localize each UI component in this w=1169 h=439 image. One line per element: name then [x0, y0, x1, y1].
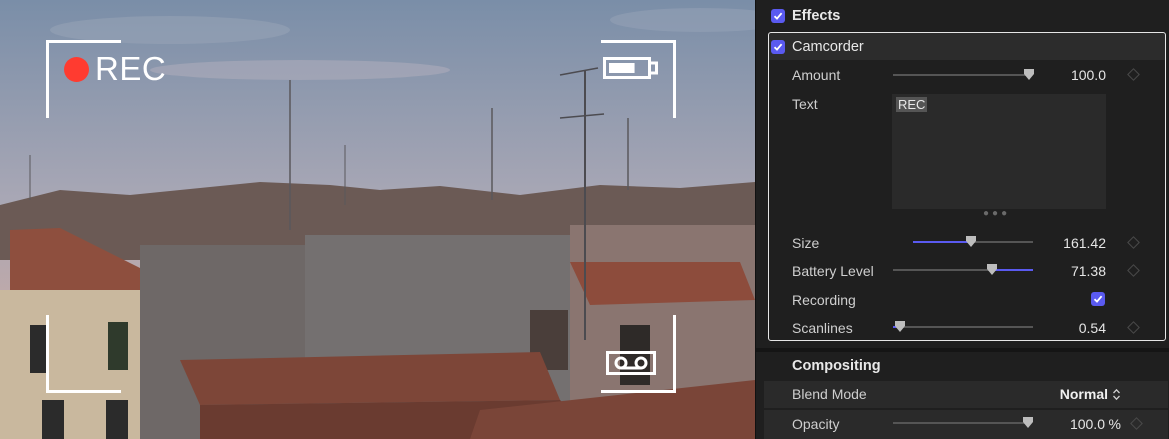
checkmark-icon [1093, 295, 1103, 303]
tape-cassette-icon [606, 351, 656, 375]
size-label: Size [792, 235, 820, 251]
compositing-label: Compositing [792, 358, 881, 374]
record-dot-icon [64, 56, 89, 82]
opacity-value[interactable]: 100.0 [1070, 416, 1105, 432]
opacity-label: Opacity [792, 416, 840, 432]
size-value[interactable]: 161.42 [1063, 235, 1106, 251]
opacity-slider-track[interactable] [893, 422, 1029, 424]
size-slider-fill [913, 241, 971, 243]
effects-header: Effects [771, 6, 1169, 26]
scanlines-slider-thumb[interactable] [895, 321, 905, 332]
rec-label: REC [95, 50, 167, 87]
battery-level-label: Battery Level [792, 263, 874, 279]
blend-mode-row: Blend Mode Normal [764, 381, 1168, 408]
text-field-value: REC [896, 97, 928, 112]
rec-indicator: REC [64, 50, 166, 88]
battery-icon [603, 57, 658, 79]
scanlines-value[interactable]: 0.54 [1079, 320, 1106, 336]
camcorder-label: Camcorder [792, 39, 864, 55]
recording-checkbox[interactable] [1091, 292, 1105, 306]
blend-mode-select[interactable]: Normal [1060, 386, 1108, 402]
frame-corner-bottom-left [46, 315, 121, 393]
blend-mode-label: Blend Mode [792, 386, 867, 402]
amount-value[interactable]: 100.0 [1071, 67, 1106, 83]
frame-corner-top-right [601, 40, 676, 118]
opacity-keyframe-icon[interactable] [1130, 417, 1143, 430]
recording-label: Recording [792, 292, 856, 308]
text-label: Text [792, 96, 818, 112]
text-field[interactable]: REC [892, 94, 1106, 209]
camcorder-header: Camcorder [771, 37, 1169, 57]
scanlines-slider-track[interactable] [893, 326, 1033, 328]
video-viewer[interactable]: REC [0, 0, 755, 439]
opacity-row: Opacity 100.0 % [764, 410, 1168, 439]
inspector-panel: Effects Camcorder Amount 100.0 Text REC … [755, 0, 1169, 439]
size-slider-thumb[interactable] [965, 236, 976, 247]
opacity-unit: % [1108, 416, 1121, 432]
updown-chevron-icon[interactable] [1112, 388, 1121, 401]
battery-level-slider-fill [992, 269, 1033, 271]
battery-level-value[interactable]: 71.38 [1071, 263, 1106, 279]
camcorder-checkbox[interactable] [771, 40, 785, 54]
checkmark-icon [773, 43, 783, 51]
amount-label: Amount [792, 67, 841, 83]
resize-handle-icon[interactable]: ●●● [983, 208, 1010, 219]
amount-slider-track[interactable] [893, 74, 1029, 76]
battery-level-slider-thumb[interactable] [987, 264, 998, 275]
effects-label: Effects [792, 8, 841, 24]
checkmark-icon [773, 12, 783, 20]
amount-slider-thumb[interactable] [1024, 69, 1034, 80]
scanlines-label: Scanlines [792, 320, 853, 336]
opacity-slider-thumb[interactable] [1023, 417, 1033, 428]
effects-checkbox[interactable] [771, 9, 785, 23]
compositing-header[interactable]: Compositing [756, 352, 1169, 380]
